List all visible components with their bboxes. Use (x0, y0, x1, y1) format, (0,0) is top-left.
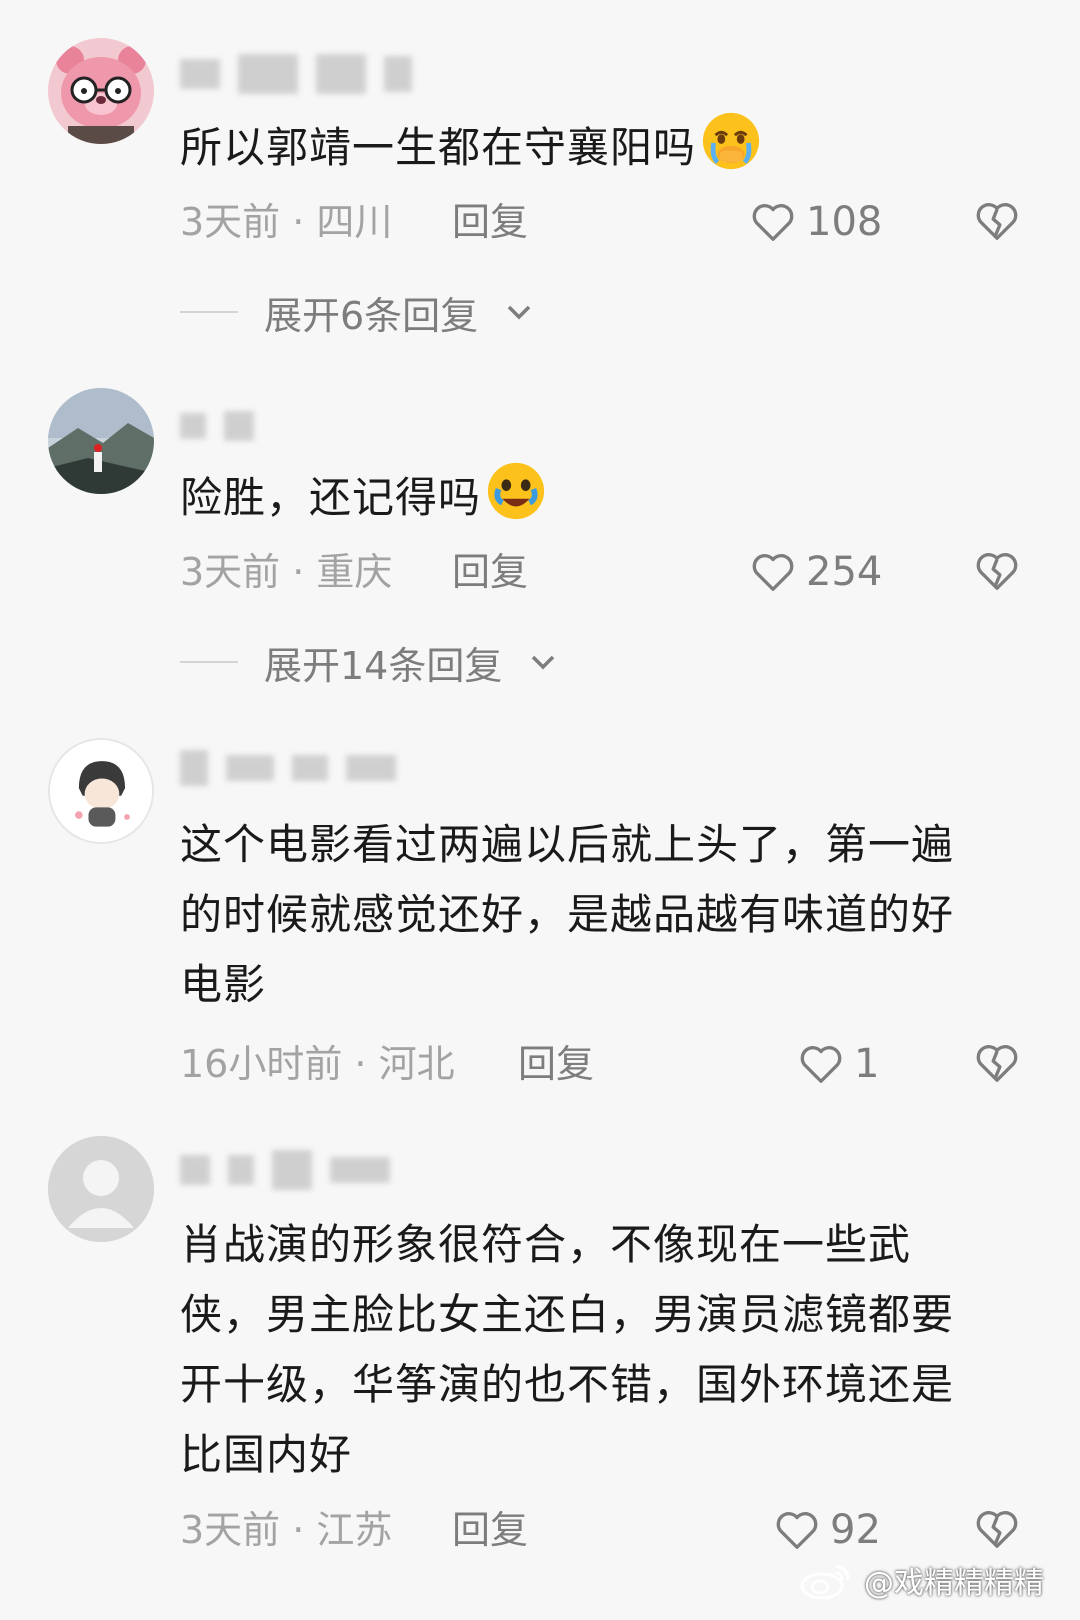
comment-meta: 3天前 · 江苏 (180, 1508, 393, 1552)
comment-text: 所以郭靖一生都在守襄阳吗 (180, 110, 990, 183)
reply-button[interactable]: 回复 (452, 1502, 528, 1558)
like-count: 1 (854, 1041, 880, 1087)
like-count: 254 (806, 549, 883, 595)
username-blurred[interactable] (180, 52, 412, 96)
expand-replies-label: 展开14条回复 (264, 643, 503, 688)
divider-line (180, 661, 238, 663)
comment-meta: 16小时前 · 河北 (180, 1042, 455, 1086)
reply-button[interactable]: 回复 (452, 194, 528, 250)
expand-replies-button[interactable]: 展开14条回复 (180, 634, 558, 690)
divider-line (180, 311, 238, 313)
expand-replies-label: 展开6条回复 (264, 293, 479, 338)
heart-icon (752, 204, 794, 241)
tears-face-emoji-icon (487, 462, 545, 520)
weibo-watermark: @戏精精精精 (798, 1558, 1044, 1602)
broken-heart-icon[interactable] (974, 1506, 1020, 1552)
like-button[interactable]: 92 (774, 1502, 881, 1558)
chevron-down-icon (532, 655, 555, 670)
like-count: 92 (830, 1507, 881, 1553)
like-button[interactable]: 108 (750, 194, 882, 250)
heart-icon (776, 1512, 818, 1549)
comment-meta: 3天前 · 四川 (180, 200, 393, 244)
avatar[interactable] (48, 38, 154, 144)
comment-text: 险胜，还记得吗 (180, 460, 990, 533)
watermark-text: @戏精精精精 (864, 1566, 1044, 1601)
landscape-avatar-icon (48, 388, 154, 494)
weibo-logo-icon (800, 1564, 850, 1600)
default-user-avatar-icon (48, 1136, 154, 1242)
username-blurred[interactable] (180, 746, 396, 790)
cartoon-boy-avatar-icon (50, 740, 152, 842)
username-blurred[interactable] (180, 1148, 390, 1192)
broken-heart-icon[interactable] (974, 1040, 1020, 1086)
comment-text: 肖战演的形象很符合，不像现在一些武侠，男主脸比女主还白，男演员滤镜都要开十级，华… (180, 1220, 955, 1479)
comment-text: 这个电影看过两遍以后就上头了，第一遍的时候就感觉还好，是越品越有味道的好电影 (180, 820, 955, 1009)
reply-button[interactable]: 回复 (518, 1036, 594, 1092)
chevron-down-icon (507, 305, 531, 320)
username-blurred[interactable] (180, 404, 254, 448)
like-button[interactable]: 254 (750, 544, 882, 600)
lotso-bear-avatar-icon (48, 38, 154, 144)
heart-icon (752, 554, 794, 591)
heart-icon (800, 1046, 842, 1083)
avatar[interactable] (48, 738, 154, 844)
avatar[interactable] (48, 1136, 154, 1242)
crying-face-emoji-icon (702, 112, 760, 170)
reply-button[interactable]: 回复 (452, 544, 528, 600)
broken-heart-icon[interactable] (974, 198, 1020, 244)
broken-heart-icon[interactable] (974, 548, 1020, 594)
avatar[interactable] (48, 388, 154, 494)
comment-meta: 3天前 · 重庆 (180, 550, 393, 594)
expand-replies-button[interactable]: 展开6条回复 (180, 284, 534, 340)
like-button[interactable]: 1 (798, 1036, 879, 1092)
like-count: 108 (806, 199, 883, 245)
